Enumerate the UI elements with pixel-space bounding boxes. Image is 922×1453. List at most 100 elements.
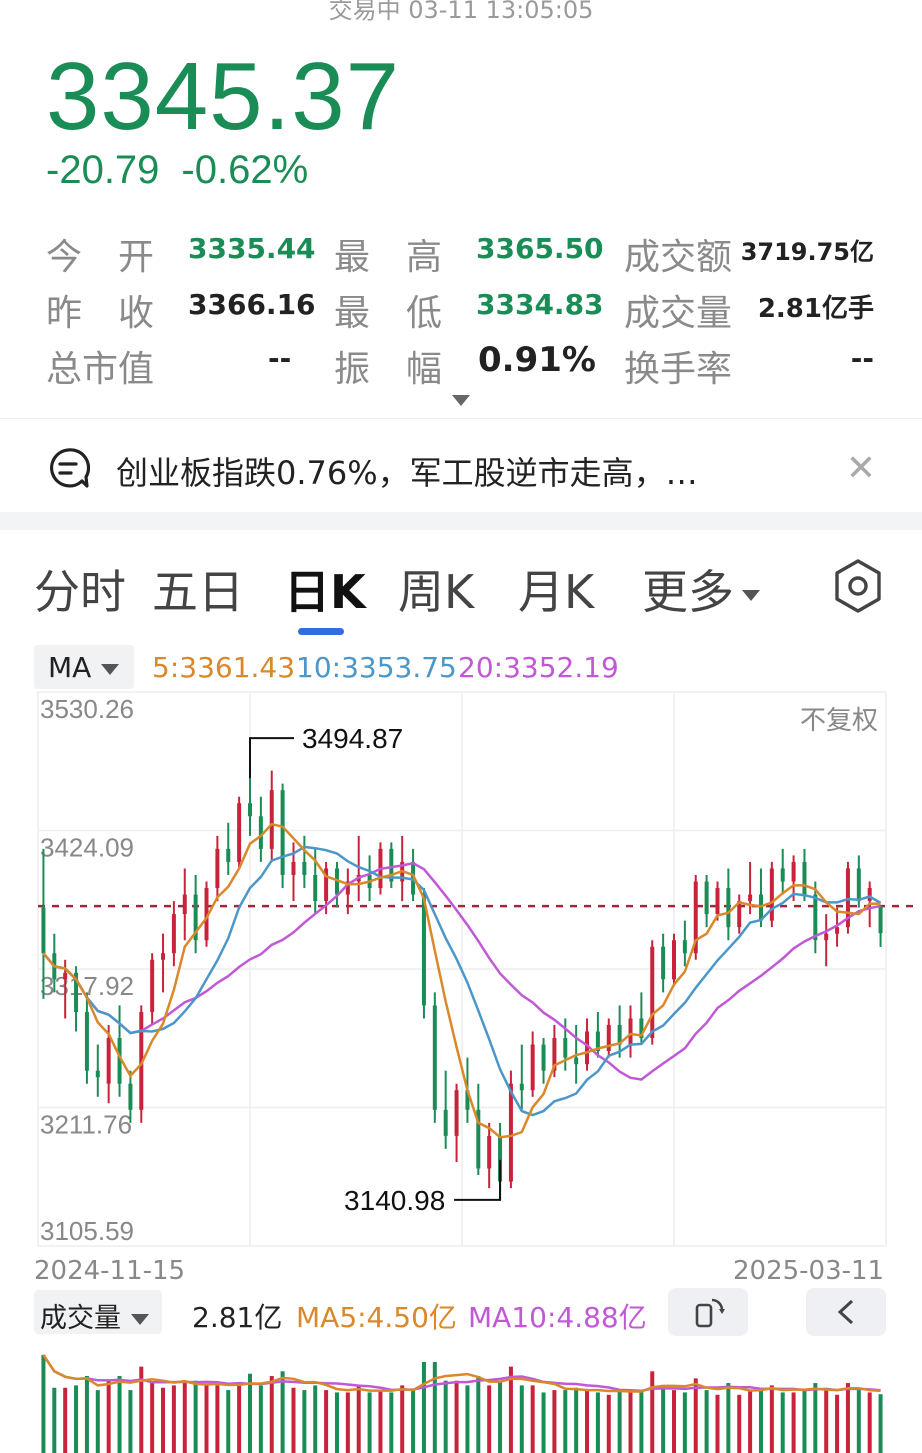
volume-bar-down — [617, 1390, 622, 1453]
candle-down — [856, 868, 861, 902]
volume-bar-up — [672, 1390, 676, 1453]
candle-up — [291, 861, 296, 875]
ma5-value: 5:3361.43 — [152, 651, 296, 684]
volume-bar-down — [498, 1381, 503, 1453]
news-headline[interactable]: 创业板指跌0.76%，军工股逆市走高，… — [116, 448, 698, 494]
change-percent: -0.62% — [181, 148, 309, 192]
candle-up — [824, 933, 829, 941]
volume-bar-up — [182, 1383, 187, 1453]
chevron-down-icon — [742, 590, 760, 601]
volume-bar-down — [726, 1383, 731, 1453]
low-value: 3334.83 — [476, 288, 604, 321]
volume-bar-down — [411, 1390, 416, 1453]
prev-close-value: 3366.16 — [188, 288, 316, 321]
candle-down — [704, 881, 709, 915]
tab-five-day[interactable]: 五日 — [152, 556, 244, 622]
indicator-select-label: MA — [48, 651, 92, 684]
expand-stats-icon[interactable] — [452, 395, 470, 406]
volume-bar-up — [552, 1390, 557, 1453]
current-price: 3345.37 — [46, 43, 401, 150]
section-gap — [0, 512, 922, 530]
candle-down — [41, 907, 46, 954]
volume-bar-up — [378, 1390, 383, 1453]
rotate-icon — [695, 1298, 725, 1328]
candle-up — [171, 914, 176, 954]
candle-down — [813, 894, 818, 941]
volume-chart[interactable] — [0, 1338, 922, 1453]
volume-bar-down — [74, 1385, 79, 1453]
volume-bar-down — [758, 1387, 763, 1453]
tab-daily-k[interactable]: 日K — [284, 556, 366, 622]
news-banner[interactable]: 创业板指跌0.76%，军工股逆市走高，… ✕ — [0, 422, 922, 512]
axis-end-date: 2025-03-11 — [733, 1256, 885, 1286]
candle-up — [215, 848, 220, 889]
volume-bar-down — [878, 1394, 883, 1453]
chevron-down-icon — [101, 663, 120, 675]
volume-bar-up — [650, 1371, 655, 1453]
rotate-screen-button[interactable] — [668, 1288, 748, 1336]
candle-up — [182, 894, 187, 915]
axis-start-date: 2024-11-15 — [34, 1256, 186, 1286]
tab-more[interactable]: 更多 — [642, 556, 760, 622]
divider — [0, 418, 922, 419]
volume-bar-down — [334, 1392, 339, 1453]
candlestick-chart[interactable]: 3530.263424.093317.923211.763105.593494.… — [0, 690, 922, 1250]
tab-intraday[interactable]: 分时 — [34, 556, 126, 622]
candle-up — [628, 1018, 633, 1045]
candle-down — [802, 861, 807, 895]
candle-down — [128, 1083, 133, 1110]
active-tab-indicator — [298, 628, 344, 635]
candle-down — [574, 1057, 579, 1065]
volume-bar-up — [150, 1383, 155, 1453]
candle-up — [63, 972, 68, 980]
volume-bar-down — [563, 1390, 568, 1453]
y-axis-label: 3105.59 — [40, 1216, 134, 1246]
volume-indicator-select[interactable]: 成交量 — [34, 1290, 162, 1334]
volume-bar-up — [606, 1394, 611, 1453]
max-price-label: 3494.87 — [302, 723, 403, 754]
volume-bar-down — [95, 1390, 100, 1453]
volume-bar-up — [487, 1385, 492, 1453]
candle-down — [280, 790, 285, 875]
volume-bar-up — [585, 1390, 590, 1453]
candle-down — [95, 1070, 100, 1078]
adjust-mode[interactable]: 不复权 — [800, 700, 878, 737]
candle-down — [313, 874, 318, 902]
candle-up — [530, 1044, 535, 1091]
candle-down — [226, 848, 231, 862]
chevron-down-icon — [131, 1314, 149, 1325]
candle-up — [791, 861, 796, 882]
ma10-value: 10:3353.75 — [296, 651, 457, 684]
volume-bar-down — [682, 1392, 687, 1453]
volume-bar-down — [193, 1380, 198, 1453]
candle-down — [682, 940, 687, 954]
tab-weekly-k[interactable]: 周K — [398, 556, 474, 622]
tab-monthly-k[interactable]: 月K — [518, 556, 594, 622]
open-label: 今 开 — [46, 237, 155, 278]
collapse-button[interactable] — [806, 1288, 886, 1336]
chevron-left-icon — [837, 1299, 854, 1325]
candle-down — [248, 803, 252, 817]
y-axis-label: 3530.26 — [40, 694, 134, 724]
settings-icon[interactable] — [832, 558, 884, 614]
min-price-label: 3140.98 — [344, 1185, 445, 1216]
amplitude-value: 0.91% — [478, 340, 596, 380]
candle-down — [661, 946, 666, 980]
volume-bar-up — [237, 1383, 242, 1453]
indicator-select[interactable]: MA — [34, 645, 134, 689]
volume-bar-up — [628, 1390, 633, 1453]
stats-row-1: 今 开 3335.44 最 高 3365.50 成交额 3719.75亿 — [46, 228, 886, 278]
volume-bar-up — [215, 1385, 220, 1453]
tab-more-label: 更多 — [642, 565, 734, 619]
close-icon[interactable]: ✕ — [846, 448, 876, 489]
candle-down — [758, 894, 763, 921]
high-label: 最 高 — [334, 237, 443, 278]
candle-down — [84, 1011, 89, 1071]
candle-down — [432, 1005, 437, 1110]
volume-ma5: MA5:4.50亿 — [296, 1301, 457, 1334]
volume-value: 2.81亿手 — [757, 294, 874, 324]
volume-bar-up — [835, 1394, 840, 1453]
candle-down — [443, 1109, 448, 1136]
volume-bar-up — [171, 1385, 176, 1453]
candle-up — [487, 1135, 492, 1169]
